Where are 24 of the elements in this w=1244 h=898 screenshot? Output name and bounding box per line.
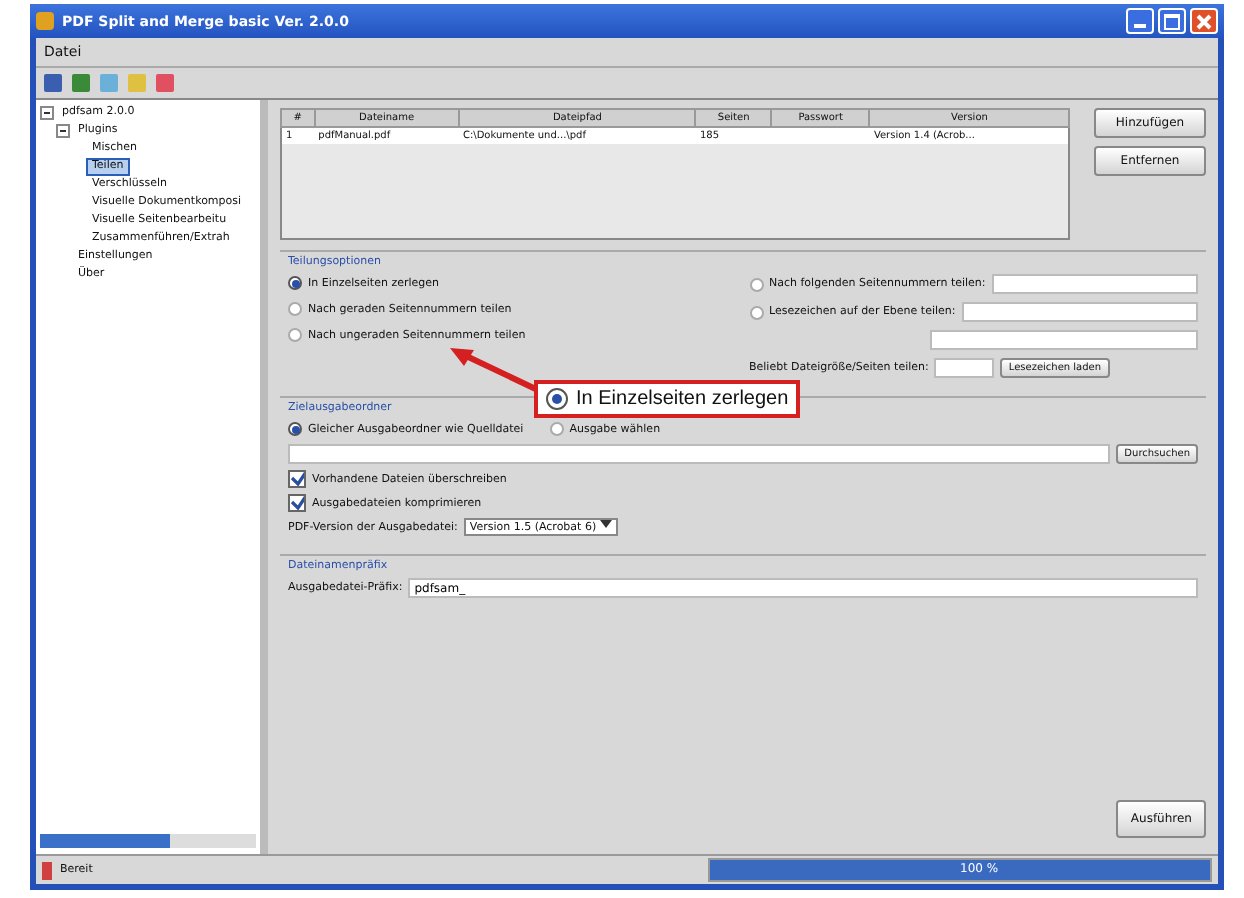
- radio-button[interactable]: [288, 276, 302, 290]
- input-field[interactable]: [929, 330, 1198, 350]
- maximize-button[interactable]: [1158, 8, 1186, 34]
- radio-button[interactable]: [288, 302, 302, 316]
- expander-icon[interactable]: [56, 124, 70, 138]
- input-field[interactable]: [991, 274, 1198, 294]
- app-icon: [36, 12, 54, 30]
- checkbox[interactable]: [288, 494, 306, 512]
- checkbox[interactable]: [288, 470, 306, 488]
- radio-button[interactable]: [288, 328, 302, 342]
- radio-button[interactable]: [549, 422, 564, 436]
- folder-field[interactable]: [288, 444, 1111, 464]
- radio-button[interactable]: [749, 277, 763, 291]
- radio-button[interactable]: [749, 305, 763, 319]
- close-button[interactable]: [1190, 8, 1218, 34]
- minimize-button[interactable]: [1126, 8, 1154, 34]
- scrollbar[interactable]: [40, 834, 256, 848]
- expander-icon[interactable]: [40, 106, 54, 120]
- input-field[interactable]: [961, 302, 1198, 322]
- callout-label: In Einzelseiten zerlegen: [576, 388, 789, 410]
- status-icon: [42, 861, 52, 879]
- input-field[interactable]: [934, 358, 995, 378]
- radio-button[interactable]: [288, 422, 302, 436]
- caret-icon: [599, 520, 612, 530]
